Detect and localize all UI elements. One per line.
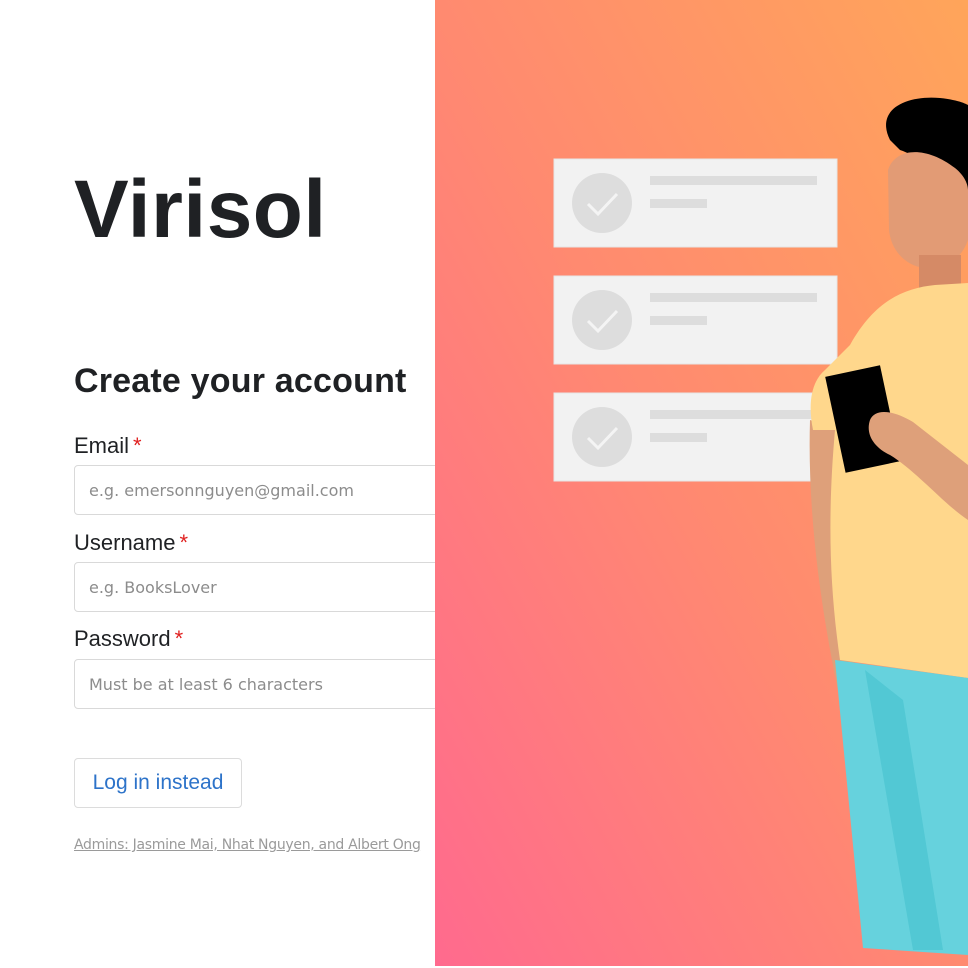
log-in-instead-button[interactable]: Log in instead: [74, 758, 242, 808]
signup-panel: Virisol Create your account Email* Usern…: [0, 0, 500, 968]
email-label: Email *: [74, 433, 142, 459]
signup-page: Virisol Create your account Email* Usern…: [0, 0, 968, 968]
brand-title: Virisol: [74, 164, 327, 255]
email-field[interactable]: [74, 465, 494, 515]
check-card-icon: [553, 158, 838, 248]
required-marker: *: [179, 530, 189, 555]
form-title: Create your account: [74, 362, 407, 400]
username-label-text: Username: [74, 530, 176, 555]
email-label-text: Email: [74, 433, 130, 458]
password-label: Password *: [74, 626, 183, 652]
check-card-icon: [553, 275, 838, 365]
admins-link[interactable]: Admins: Jasmine Mai, Nhat Nguyen, and Al…: [74, 837, 421, 853]
hero-illustration-svg: [435, 0, 968, 968]
password-field[interactable]: [74, 659, 494, 709]
password-label-text: Password: [74, 626, 171, 651]
username-field[interactable]: [74, 562, 494, 612]
username-label: Username *: [74, 530, 188, 556]
required-marker: *: [133, 433, 142, 458]
required-marker: *: [174, 626, 184, 651]
hero-illustration: [435, 0, 968, 968]
check-card-icon: [553, 392, 838, 482]
